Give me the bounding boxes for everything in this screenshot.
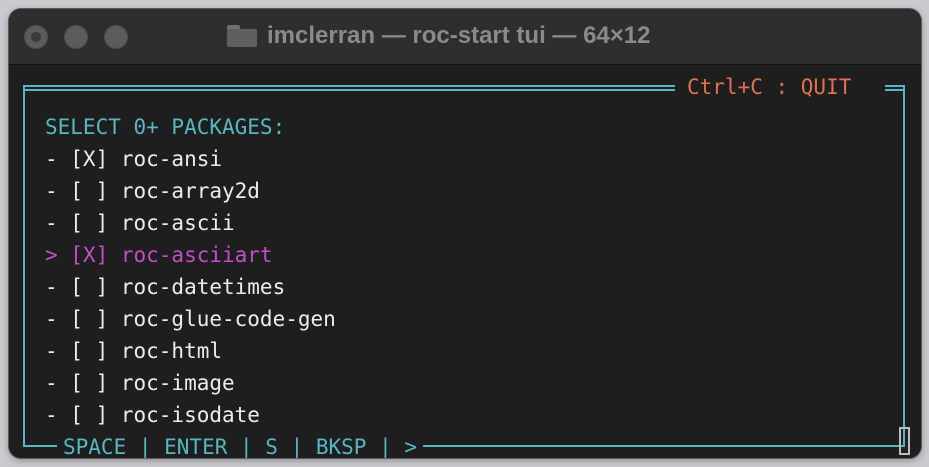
package-item[interactable]: - [X] roc-ansi: [45, 143, 222, 175]
package-item[interactable]: - [ ] roc-html: [45, 335, 222, 367]
window-title: imclerran — roc-start tui — 64×12: [267, 22, 651, 49]
border-top-left: [23, 85, 675, 91]
package-item[interactable]: - [ ] roc-image: [45, 367, 235, 399]
border-left: [23, 85, 25, 447]
border-right: [903, 85, 905, 447]
window-title-group: imclerran — roc-start tui — 64×12: [227, 21, 650, 51]
zoom-button[interactable]: [104, 25, 128, 49]
terminal-cursor: [899, 427, 910, 455]
terminal-window: imclerran — roc-start tui — 64×12 Ctrl+C…: [9, 9, 921, 458]
terminal-content[interactable]: Ctrl+C : QUIT SELECT 0+ PACKAGES: - [X] …: [9, 65, 921, 458]
package-list-header: SELECT 0+ PACKAGES:: [45, 115, 286, 139]
package-item[interactable]: - [ ] roc-ascii: [45, 207, 235, 239]
folder-icon: [227, 25, 257, 47]
border-top-right: [885, 85, 905, 91]
keybinding-hints: SPACE | ENTER | S | BKSP | >: [57, 431, 424, 458]
package-item[interactable]: - [ ] roc-datetimes: [45, 271, 285, 303]
title-bar: imclerran — roc-start tui — 64×12: [9, 9, 921, 65]
close-button[interactable]: [24, 25, 48, 49]
minimize-button[interactable]: [64, 25, 88, 49]
package-item[interactable]: - [ ] roc-isodate: [45, 399, 260, 431]
quit-hint: Ctrl+C : QUIT: [687, 75, 852, 99]
package-item[interactable]: - [ ] roc-array2d: [45, 175, 260, 207]
package-item-selected[interactable]: > [X] roc-asciiart: [45, 239, 273, 271]
package-item[interactable]: - [ ] roc-glue-code-gen: [45, 303, 336, 335]
